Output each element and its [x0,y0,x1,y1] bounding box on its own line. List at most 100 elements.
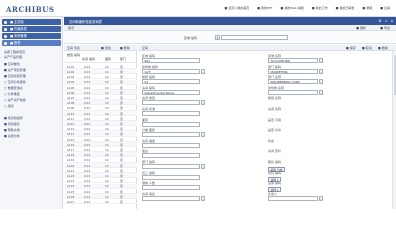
field-input[interactable]: 001 [142,58,200,63]
sidebar-item[interactable]: 房屋工程类项目 [4,50,25,54]
table-cell: 0.01 [84,101,91,106]
space-form: 空间 ■ 保存 ■ 取消 ■ 删除 区域 编码 001 区域 名称 ACCOUNTIN… [138,45,396,209]
field-input[interactable] [142,142,200,148]
field-input[interactable] [142,164,200,169]
table-cell: 10 [105,95,109,100]
lookup-icon[interactable]: … [201,164,205,169]
field-input[interactable]: Departmental Space [142,89,200,95]
sidebar-item[interactable]: □ 报表 [4,104,14,108]
circle-icon [4,34,7,38]
sidebar-item[interactable]: ■ 资源分析 [4,134,20,138]
table-cell: A125 [67,189,75,194]
sidebar-item[interactable]: ■ 帮助文档 [4,128,20,132]
sidebar-button-system[interactable]: ■ 系统管理 [2,33,61,39]
table-cell: 部 [120,199,123,204]
topnav-item[interactable]: ■ 我的Web 编辑 [281,6,304,10]
table-row[interactable]: A127 0.01 10 部 [64,199,137,205]
field-input[interactable] [142,174,200,180]
chevron-down-icon[interactable]: ▾ [215,35,220,40]
field-input[interactable]: ACCOUNTING [268,58,318,63]
field-input[interactable] [142,153,200,159]
table-cell: 10 [105,121,109,126]
topnav-item[interactable]: ■ 帮助 [362,6,372,10]
field-input[interactable] [142,195,200,201]
topnav-item[interactable]: ■ 注销 [380,6,390,10]
refresh-button[interactable]: ■ 刷新 [356,26,366,30]
table-cell: A127 [67,199,75,204]
lookup-icon[interactable]: … [319,68,323,74]
category-tag[interactable]: 编辑 分类 [268,167,286,172]
field-input[interactable] [142,132,200,138]
table-cell: A106 [67,90,75,95]
sidebar-button-schedule[interactable]: ■ 在编排表 [2,26,61,32]
cancel-button[interactable]: ■ 取消 [362,46,372,50]
brand-logo: ARCHIBUS [6,5,55,14]
field-input[interactable]: MARKETING [268,68,318,74]
column-header[interactable]: 面积 [105,57,111,61]
sidebar-item[interactable]: ■ 房产项目管理 [4,68,26,72]
table-cell: 0.01 [84,163,91,168]
table-cell: 10 [105,116,109,121]
field-input[interactable] [142,100,200,106]
table-cell: 部 [120,75,123,80]
sidebar-button-home[interactable]: ■ 主页面 [2,19,61,25]
table-cell: A111 [67,116,75,121]
field-input[interactable]: 01 [142,79,200,85]
sidebar-item[interactable]: ■ 培训和指导 [4,116,23,120]
table-cell: A103 [67,75,75,80]
add-button[interactable]: ■ 添加 [101,46,111,50]
sidebar-item[interactable]: □ 数据查询表 [4,86,23,90]
topnav-item[interactable]: ■ 自定义我的首页 [224,6,249,10]
save-button[interactable]: ■ 保存 [346,46,356,50]
topnav-item[interactable]: ■ 我的已审批 [336,6,355,10]
sidebar-button-reports[interactable]: ■ 报表 [2,40,61,46]
table-cell: 10 [105,184,109,189]
lookup-icon[interactable]: … [319,79,323,85]
table-cell: 0.01 [84,116,91,121]
column-header[interactable]: 房间 编码 [82,57,95,61]
select-dropdown[interactable]: 选择 ▾ [268,187,281,192]
sidebar-item[interactable]: ■ 空间规划 [4,62,20,66]
minimize-icon[interactable]: ▫ [384,19,388,23]
table-cell: 0.01 [84,194,91,199]
sidebar-item[interactable]: ■ 测试报表 [4,122,20,126]
field-input[interactable] [142,185,200,191]
lookup-icon[interactable]: … [201,132,205,138]
field-input[interactable] [268,89,318,95]
field-input[interactable]: ENGINEERING CORP [268,79,318,85]
topnav-item[interactable]: ■ 我的工作 [312,6,328,10]
column-header[interactable]: 部门 [120,57,126,61]
topnav-item[interactable]: ■ 我的PPT [257,6,272,10]
export-button[interactable]: ■ 导出 [380,26,390,30]
delete-button[interactable]: ■ 删除 [120,46,130,50]
lookup-icon[interactable]: … [319,89,323,95]
sidebar-item[interactable]: 房产产品管理 [4,55,22,59]
sidebar-item[interactable]: □ 分析维度 [4,92,20,96]
filter-input[interactable] [221,35,288,40]
select-dropdown[interactable]: 选择 ▾ [268,177,281,182]
table-cell: 10 [105,189,109,194]
table-cell: 0.01 [84,168,91,173]
field-input[interactable] [142,121,200,127]
lookup-icon[interactable]: … [201,100,205,106]
lookup-icon[interactable]: … [201,68,205,74]
table-cell: A116 [67,142,75,147]
scrollbar[interactable] [392,51,396,209]
lookup-icon[interactable]: … [319,58,323,63]
table-cell: 部 [120,179,123,184]
field-input[interactable]: GVT [142,68,200,74]
table-cell: 0.01 [84,75,91,80]
lookup-icon[interactable]: … [319,195,323,201]
delete-button[interactable]: ■ 删除 [378,46,388,50]
field-input[interactable] [142,111,200,116]
table-cell: 10 [105,163,109,168]
sidebar-item[interactable]: □ 空间分析报告 [4,80,26,84]
table-cell: A118 [67,153,75,158]
close-icon[interactable]: × [390,19,394,23]
sidebar-item[interactable]: □ 房产资产档案 [4,98,26,102]
lookup-icon[interactable]: … [201,195,205,201]
column-header[interactable]: 楼层 编码 [67,53,80,57]
field-input[interactable] [268,195,318,201]
gear-icon[interactable]: ⚙ [378,19,382,23]
sidebar-item[interactable]: ■ 空间资源管理 [4,74,26,78]
